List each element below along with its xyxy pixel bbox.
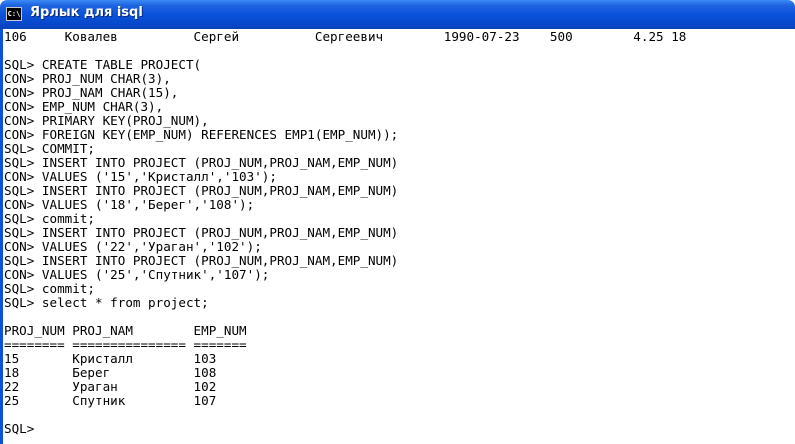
console-line: SQL> bbox=[4, 421, 35, 436]
console-line: CON> VALUES ('15','Кристалл','103'); bbox=[4, 169, 277, 184]
console-line: CON> PRIMARY KEY(PROJ_NUM), bbox=[4, 113, 209, 128]
console-line: CON> PROJ_NAM CHAR(15), bbox=[4, 85, 179, 100]
window-title: Ярлык для isql bbox=[30, 5, 143, 20]
console-line: 15 Кристалл 103 bbox=[4, 351, 217, 366]
console-line: SQL> INSERT INTO PROJECT (PROJ_NUM,PROJ_… bbox=[4, 253, 399, 268]
console-line: CON> VALUES ('18','Берег','108'); bbox=[4, 197, 255, 212]
console-line: 18 Берег 108 bbox=[4, 365, 217, 380]
console-line: 106 Ковалев Сергей Сергеевич 1990-07-23 … bbox=[4, 30, 687, 44]
console-line: CON> EMP_NUM CHAR(3), bbox=[4, 99, 164, 114]
console-window: C:\ Ярлык для isql 106 Ковалев Сергей Се… bbox=[0, 0, 795, 444]
console-line: CON> PROJ_NUM CHAR(3), bbox=[4, 71, 171, 86]
title-bar[interactable]: C:\ Ярлык для isql bbox=[0, 0, 795, 29]
console-line: PROJ_NUM PROJ_NAM EMP_NUM bbox=[4, 323, 247, 338]
console-line: SQL> INSERT INTO PROJECT (PROJ_NUM,PROJ_… bbox=[4, 155, 399, 170]
console-line: SQL> commit; bbox=[4, 281, 95, 296]
console-line: SQL> COMMIT; bbox=[4, 141, 95, 156]
console-line: SQL> INSERT INTO PROJECT (PROJ_NUM,PROJ_… bbox=[4, 183, 399, 198]
console-output[interactable]: 106 Ковалев Сергей Сергеевич 1990-07-23 … bbox=[4, 30, 795, 444]
console-line: ======== =============== ======= bbox=[4, 337, 247, 352]
console-line: 25 Спутник 107 bbox=[4, 393, 217, 408]
console-line: SQL> commit; bbox=[4, 211, 95, 226]
console-line: SQL> select * from project; bbox=[4, 295, 209, 310]
console-line: 22 Ураган 102 bbox=[4, 379, 217, 394]
console-line: CON> FOREIGN KEY(EMP_NUM) REFERENCES EMP… bbox=[4, 127, 399, 142]
console-line: SQL> CREATE TABLE PROJECT( bbox=[4, 57, 202, 72]
console-line: CON> VALUES ('25','Спутник','107'); bbox=[4, 267, 270, 282]
console-line: CON> VALUES ('22','Ураган','102'); bbox=[4, 239, 262, 254]
window-left-border bbox=[0, 29, 3, 444]
console-app-icon[interactable]: C:\ bbox=[6, 7, 22, 21]
console-line: SQL> INSERT INTO PROJECT (PROJ_NUM,PROJ_… bbox=[4, 225, 399, 240]
